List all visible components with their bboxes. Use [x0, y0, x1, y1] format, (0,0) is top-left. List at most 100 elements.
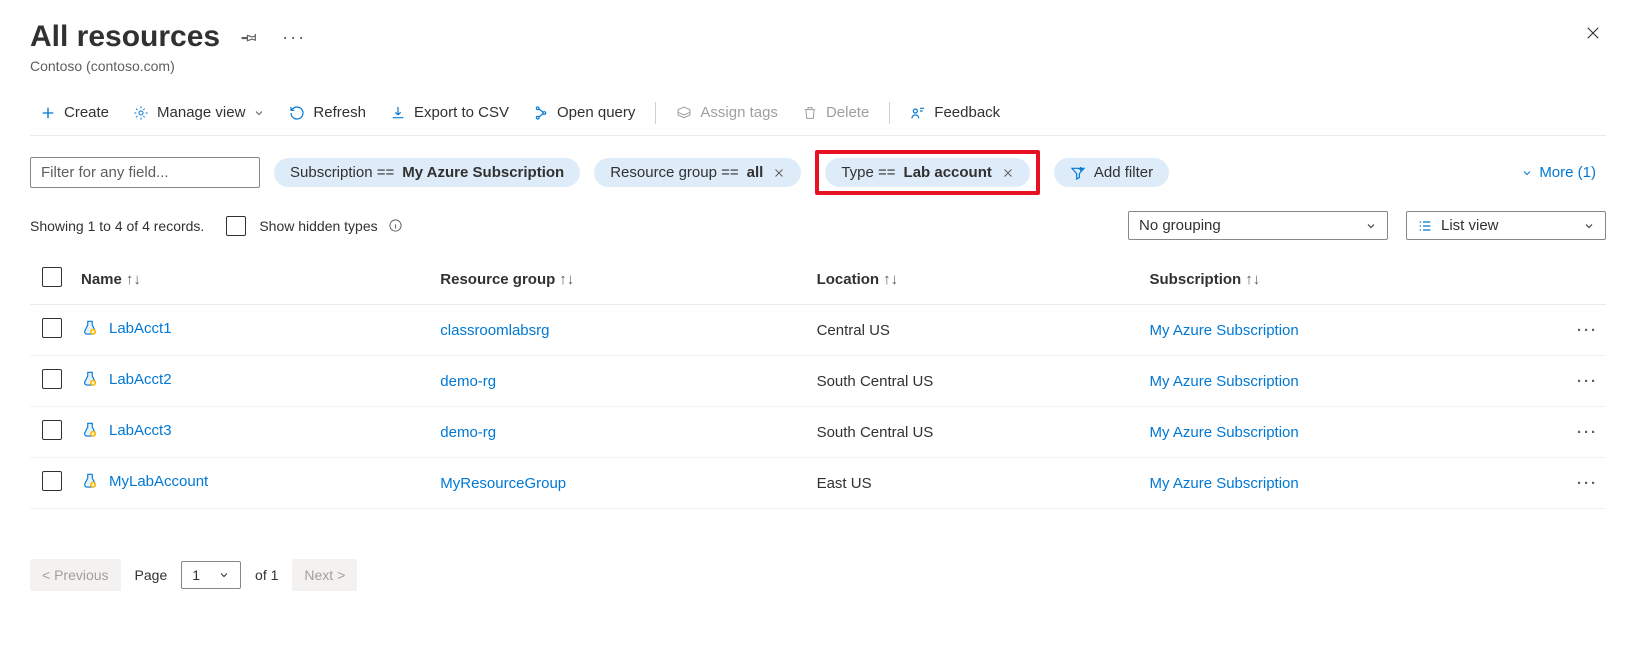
lab-account-icon: [81, 370, 99, 388]
show-hidden-checkbox[interactable]: [226, 216, 246, 236]
filter-bar: Subscription == My Azure Subscription Re…: [30, 150, 1606, 195]
filter-pill-type[interactable]: Type == Lab account: [825, 158, 1030, 187]
page-current: 1: [192, 567, 200, 583]
location-cell: South Central US: [809, 356, 1142, 407]
page-label: Page: [135, 567, 168, 583]
previous-page-button: < Previous: [30, 559, 121, 591]
delete-label: Delete: [826, 104, 869, 121]
grouping-value: No grouping: [1139, 217, 1221, 234]
filter-pill-subscription[interactable]: Subscription == My Azure Subscription: [274, 158, 580, 187]
resource-group-link[interactable]: MyResourceGroup: [440, 475, 566, 492]
view-mode-select[interactable]: List view: [1406, 211, 1606, 240]
sort-icon: ↑↓: [1241, 271, 1260, 288]
pill-field: Subscription ==: [290, 164, 394, 181]
row-checkbox[interactable]: [42, 369, 62, 389]
show-hidden-label: Show hidden types: [259, 218, 377, 234]
more-filters-label: More (1): [1539, 164, 1596, 181]
resource-name-link[interactable]: MyLabAccount: [109, 473, 208, 490]
pill-value: Lab account: [904, 164, 992, 181]
pill-value: My Azure Subscription: [402, 164, 564, 181]
tenant-subtitle: Contoso (contoso.com): [30, 58, 1606, 74]
row-more-icon[interactable]: ···: [1556, 305, 1606, 356]
open-query-label: Open query: [557, 104, 635, 121]
row-checkbox[interactable]: [42, 318, 62, 338]
close-icon[interactable]: [1000, 167, 1014, 179]
table-row: MyLabAccount MyResourceGroup East US My …: [30, 458, 1606, 509]
location-cell: East US: [809, 458, 1142, 509]
select-all-checkbox[interactable]: [42, 267, 62, 287]
refresh-button[interactable]: Refresh: [279, 98, 376, 127]
create-button[interactable]: Create: [30, 98, 119, 127]
pill-value: all: [747, 164, 764, 181]
subscription-link[interactable]: My Azure Subscription: [1150, 373, 1299, 390]
lab-account-icon: [81, 319, 99, 337]
resource-group-link[interactable]: demo-rg: [440, 424, 496, 441]
delete-button: Delete: [792, 98, 879, 127]
page-select[interactable]: 1: [181, 561, 241, 589]
records-count: Showing 1 to 4 of 4 records.: [30, 218, 204, 234]
page-title: All resources: [30, 20, 220, 54]
pill-field: Resource group ==: [610, 164, 738, 181]
location-cell: South Central US: [809, 407, 1142, 458]
grouping-select[interactable]: No grouping: [1128, 211, 1388, 240]
col-name[interactable]: Name↑↓: [73, 254, 432, 305]
separator: [889, 102, 890, 124]
separator: [655, 102, 656, 124]
add-filter-button[interactable]: Add filter: [1054, 158, 1169, 187]
resource-group-link[interactable]: demo-rg: [440, 373, 496, 390]
feedback-button[interactable]: Feedback: [900, 98, 1010, 127]
resource-group-link[interactable]: classroomlabsrg: [440, 322, 549, 339]
feedback-label: Feedback: [934, 104, 1000, 121]
close-icon[interactable]: [771, 167, 785, 179]
highlighted-filter: Type == Lab account: [815, 150, 1040, 195]
subscription-link[interactable]: My Azure Subscription: [1150, 424, 1299, 441]
resource-name-link[interactable]: LabAcct3: [109, 422, 172, 439]
assign-tags-button: Assign tags: [666, 98, 788, 127]
col-location[interactable]: Location↑↓: [809, 254, 1142, 305]
more-filters-link[interactable]: More (1): [1521, 164, 1606, 181]
assign-tags-label: Assign tags: [700, 104, 778, 121]
lab-account-icon: [81, 472, 99, 490]
location-cell: Central US: [809, 305, 1142, 356]
page-total: of 1: [255, 567, 278, 583]
pin-icon[interactable]: [236, 24, 262, 50]
sort-icon: ↑↓: [122, 271, 141, 288]
row-more-icon[interactable]: ···: [1556, 356, 1606, 407]
row-more-icon[interactable]: ···: [1556, 458, 1606, 509]
sort-icon: ↑↓: [879, 271, 898, 288]
lab-account-icon: [81, 421, 99, 439]
resource-name-link[interactable]: LabAcct1: [109, 320, 172, 337]
resource-name-link[interactable]: LabAcct2: [109, 371, 172, 388]
table-row: LabAcct2 demo-rg South Central US My Azu…: [30, 356, 1606, 407]
view-mode-value: List view: [1441, 217, 1499, 234]
open-query-button[interactable]: Open query: [523, 98, 645, 127]
table-row: LabAcct3 demo-rg South Central US My Azu…: [30, 407, 1606, 458]
refresh-label: Refresh: [313, 104, 366, 121]
filter-pill-resource-group[interactable]: Resource group == all: [594, 158, 801, 187]
subscription-link[interactable]: My Azure Subscription: [1150, 475, 1299, 492]
pagination: < Previous Page 1 of 1 Next >: [30, 559, 1606, 591]
manage-view-button[interactable]: Manage view: [123, 98, 275, 127]
col-resource-group[interactable]: Resource group↑↓: [432, 254, 808, 305]
next-page-button: Next >: [292, 559, 357, 591]
add-filter-label: Add filter: [1094, 164, 1153, 181]
sort-icon: ↑↓: [555, 271, 574, 288]
col-subscription[interactable]: Subscription↑↓: [1142, 254, 1556, 305]
manage-view-label: Manage view: [157, 104, 245, 121]
close-icon[interactable]: [1580, 20, 1606, 46]
filter-input[interactable]: [30, 157, 260, 188]
info-icon[interactable]: [388, 218, 403, 233]
more-icon[interactable]: ···: [278, 23, 310, 52]
list-icon: [1417, 218, 1433, 234]
create-label: Create: [64, 104, 109, 121]
row-checkbox[interactable]: [42, 420, 62, 440]
pill-field: Type ==: [841, 164, 895, 181]
command-bar: Create Manage view Refresh Export to CSV…: [30, 90, 1606, 136]
row-more-icon[interactable]: ···: [1556, 407, 1606, 458]
table-row: LabAcct1 classroomlabsrg Central US My A…: [30, 305, 1606, 356]
export-csv-label: Export to CSV: [414, 104, 509, 121]
row-checkbox[interactable]: [42, 471, 62, 491]
resources-table: Name↑↓ Resource group↑↓ Location↑↓ Subsc…: [30, 254, 1606, 509]
subscription-link[interactable]: My Azure Subscription: [1150, 322, 1299, 339]
export-csv-button[interactable]: Export to CSV: [380, 98, 519, 127]
